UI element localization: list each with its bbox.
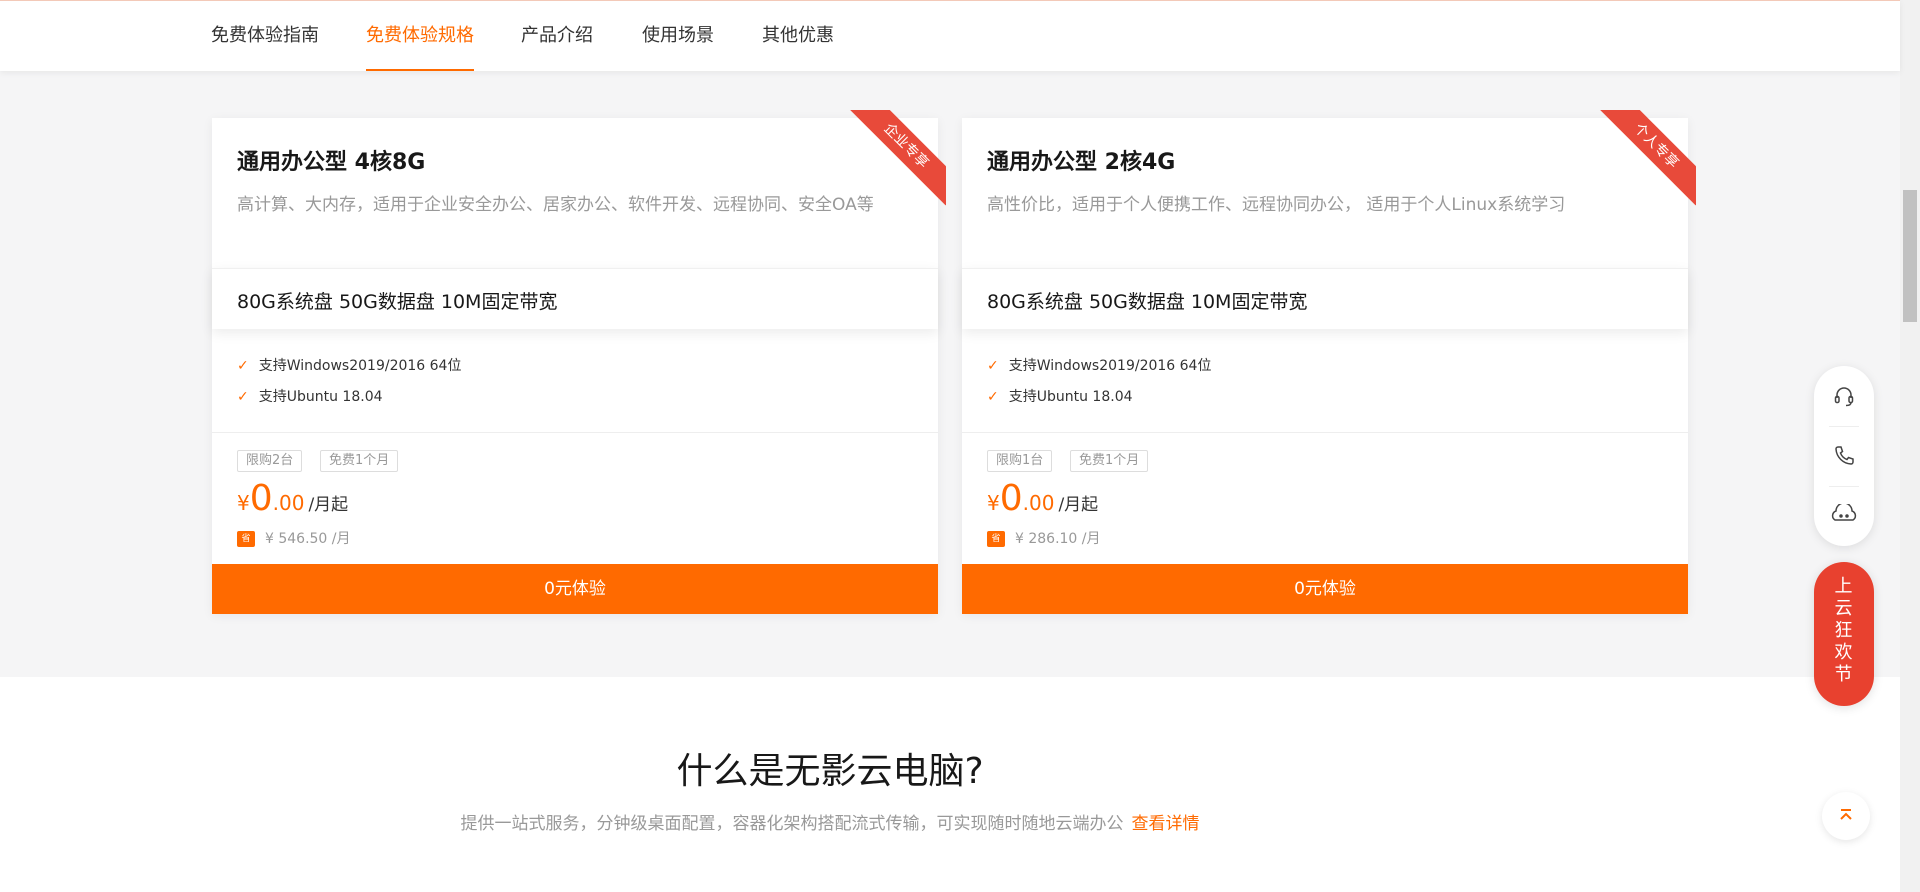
ribbon-badge: 个人专享 [1596,110,1696,206]
feature-label: 支持Windows2019/2016 64位 [1008,358,1212,374]
limit-tag: 限购2台 [237,450,303,472]
card-description: 高计算、大内存，适用于企业安全办公、居家办公、软件开发、远程协同、安全OA等 [237,195,874,215]
feature-label: 支持Ubuntu 18.04 [1008,389,1133,405]
price-unit: /月起 [1058,495,1099,515]
tab-free-spec[interactable]: 免费体验规格 [366,1,474,71]
check-icon: ✓ [987,358,999,374]
divider [962,432,1688,433]
phone-icon[interactable] [1814,426,1874,486]
arrow-up-icon [1838,807,1854,826]
what-is-section: 什么是无影云电脑? 提供一站式服务，分钟级桌面配置，容器化架构搭配流式传输，可实… [0,677,1900,892]
price-integer: 0 [249,478,273,519]
spec-text: 80G系统盘 50G数据盘 10M固定带宽 [237,291,558,313]
card-description: 高性价比，适用于个人便携工作、远程协同办公， 适用于个人Linux系统学习 [987,195,1566,215]
spec-band: 80G系统盘 50G数据盘 10M固定带宽 [962,268,1688,329]
divider [212,432,938,433]
try-free-button[interactable]: 0元体验 [212,564,938,614]
price-decimal: .00 [272,491,305,515]
price-currency: ¥ [237,491,250,515]
section-title: 什么是无影云电脑? [676,751,984,792]
price: ¥0.00/月起 [237,478,348,519]
free-period-tag: 免费1个月 [1070,450,1149,472]
headset-icon[interactable] [1814,366,1874,426]
check-icon: ✓ [237,389,249,405]
try-free-button[interactable]: 0元体验 [962,564,1688,614]
original-price: 省 ¥ 546.50 /月 [237,528,351,548]
save-badge: 省 [987,531,1005,547]
free-period-tag: 免费1个月 [320,450,399,472]
tab-free-guide[interactable]: 免费体验指南 [211,1,319,71]
section-subtitle-text: 提供一站式服务，分钟级桌面配置，容器化架构搭配流式传输，可实现随时随地云端办公 [460,814,1124,834]
view-details-link[interactable]: 查看详情 [1132,814,1200,834]
original-price-text: ¥ 546.50 /月 [265,531,351,547]
float-toolbar [1814,366,1874,546]
tab-other-offers[interactable]: 其他优惠 [762,1,834,71]
page-scrollbar[interactable] [1900,0,1920,892]
feature-item: ✓ 支持Ubuntu 18.04 [237,386,383,406]
check-icon: ✓ [987,389,999,405]
feature-label: 支持Ubuntu 18.04 [258,389,383,405]
price-currency: ¥ [987,491,1000,515]
feature-item: ✓ 支持Ubuntu 18.04 [987,386,1133,406]
feature-label: 支持Windows2019/2016 64位 [258,358,462,374]
price: ¥0.00/月起 [987,478,1098,519]
price-unit: /月起 [308,495,349,515]
card-title: 通用办公型 2核4G [987,150,1176,175]
back-to-top-button[interactable] [1822,792,1870,840]
feature-item: ✓ 支持Windows2019/2016 64位 [237,355,461,375]
spec-text: 80G系统盘 50G数据盘 10M固定带宽 [987,291,1308,313]
price-integer: 0 [999,478,1023,519]
ribbon-wrap: 个人专享 [1596,110,1696,210]
original-price: 省 ¥ 286.10 /月 [987,528,1101,548]
check-icon: ✓ [237,358,249,374]
promo-label: 上云狂欢节 [1834,576,1854,685]
scrollbar-thumb[interactable] [1903,190,1917,322]
tab-use-cases[interactable]: 使用场景 [642,1,714,71]
original-price-text: ¥ 286.10 /月 [1015,531,1101,547]
promo-badge[interactable]: 上云狂欢节 [1814,562,1874,706]
limit-tag: 限购1台 [987,450,1053,472]
pricing-card-enterprise: 企业专享 通用办公型 4核8G 高计算、大内存，适用于企业安全办公、居家办公、软… [212,110,946,614]
tab-product-intro[interactable]: 产品介绍 [521,1,593,71]
card-title: 通用办公型 4核8G [237,150,426,175]
save-badge: 省 [237,531,255,547]
pricing-card-personal: 个人专享 通用办公型 2核4G 高性价比，适用于个人便携工作、远程协同办公， 适… [962,110,1696,614]
spec-band: 80G系统盘 50G数据盘 10M固定带宽 [212,268,938,329]
feature-item: ✓ 支持Windows2019/2016 64位 [987,355,1211,375]
price-decimal: .00 [1022,491,1055,515]
section-subtitle: 提供一站式服务，分钟级桌面配置，容器化架构搭配流式传输，可实现随时随地云端办公查… [0,809,1660,834]
top-nav: 免费体验指南 免费体验规格 产品介绍 使用场景 其他优惠 [0,0,1900,71]
chat-bot-icon[interactable] [1814,486,1874,546]
